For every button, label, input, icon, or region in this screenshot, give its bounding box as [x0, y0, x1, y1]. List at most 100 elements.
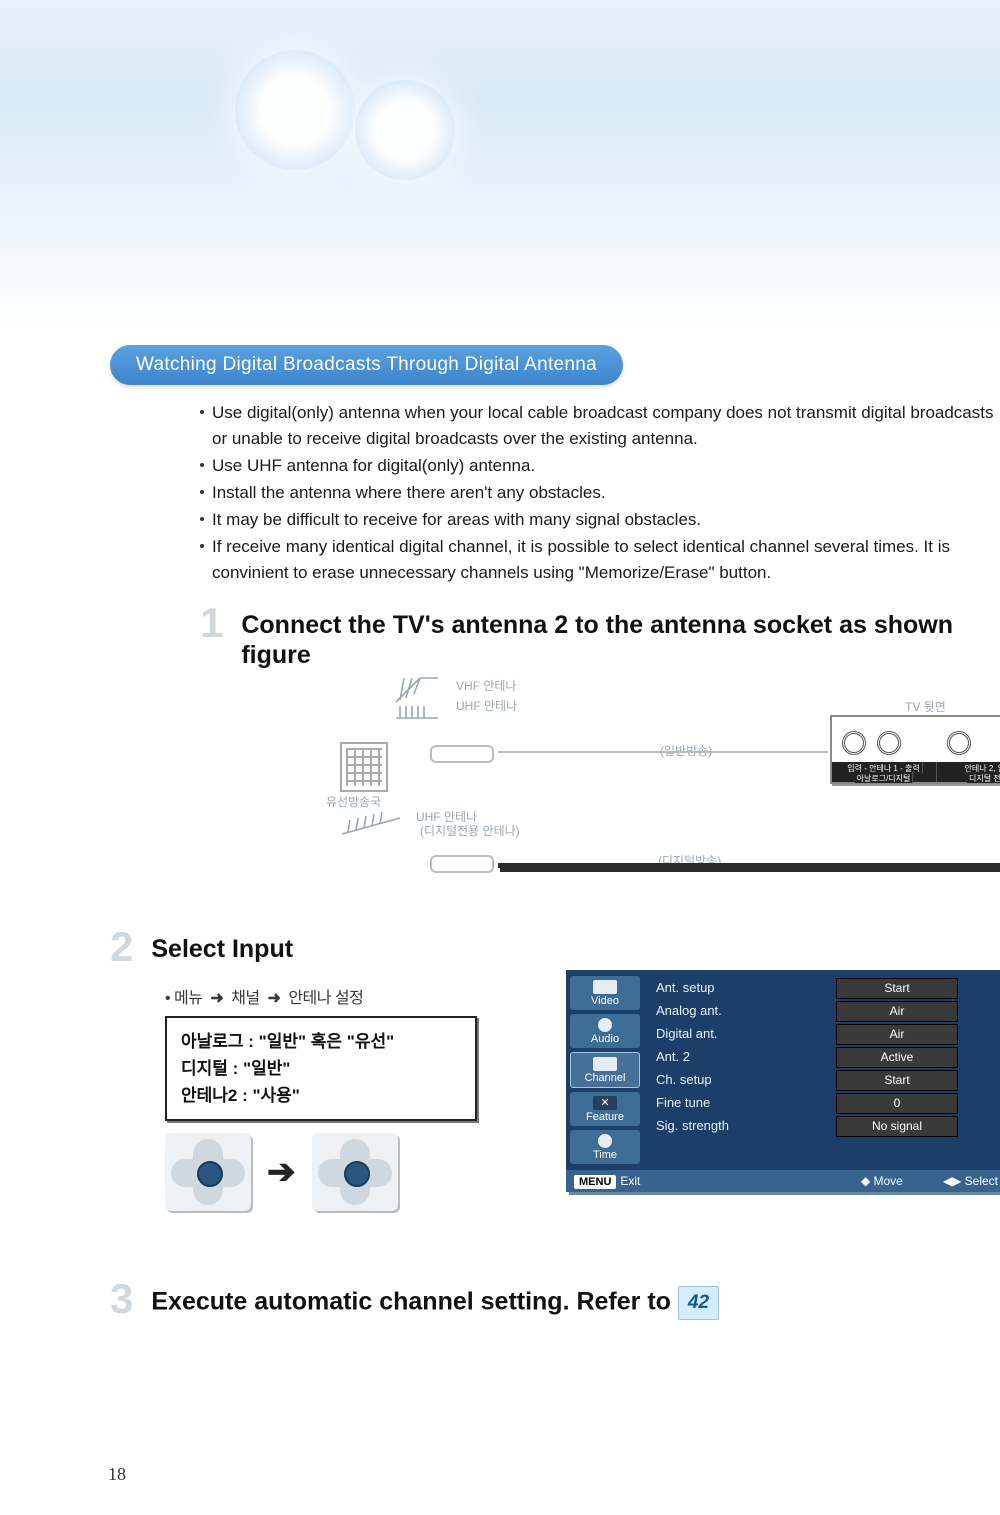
osd-row[interactable]: Fine tune0	[656, 1093, 998, 1116]
page-number: 18	[108, 1464, 126, 1485]
step-number: 1	[200, 604, 223, 670]
osd-tab-time[interactable]: Time	[570, 1130, 640, 1164]
section-title-pill: Watching Digital Broadcasts Through Digi…	[110, 345, 623, 385]
osd-sidebar: Video Audio Channel ✕Feature Time	[566, 970, 644, 1170]
antenna-icon	[394, 698, 440, 723]
connector-icon	[430, 745, 494, 763]
dandelion-graphic	[235, 50, 355, 170]
antenna-diagram: VHF 안테나 UHF 안테나 유선방송국 (일반방송) TV 뒷면 입력 - …	[320, 680, 1000, 885]
osd-label: Analog ant.	[656, 1001, 836, 1024]
label-vhf-antenna: VHF 안테나	[456, 677, 516, 694]
menu-button-icon: MENU	[574, 1175, 616, 1189]
step-title: Execute automatic channel setting. Refer…	[151, 1280, 719, 1320]
arrow-icon: ➜	[210, 990, 223, 1007]
osd-value: Active	[836, 1047, 958, 1068]
feature-icon: ✕	[593, 1096, 617, 1110]
thick-cable-bottom	[498, 863, 1000, 868]
list-item: Use UHF antenna for digital(only) antenn…	[200, 453, 1000, 479]
list-item: Use digital(only) antenna when your loca…	[200, 400, 1000, 452]
settings-line: 안테나2 : "사용"	[181, 1082, 461, 1109]
label-cable-station: 유선방송국	[326, 793, 381, 810]
port-icon	[842, 731, 866, 755]
osd-value: Start	[836, 978, 958, 999]
list-text: If receive many identical digital channe…	[212, 534, 1000, 586]
step-1: 1 Connect the TV's antenna 2 to the ante…	[200, 604, 1000, 670]
osd-tab-channel[interactable]: Channel	[570, 1052, 640, 1088]
osd-tab-feature[interactable]: ✕Feature	[570, 1092, 640, 1126]
osd-exit-hint: MENUExit	[574, 1174, 640, 1188]
osd-label: Digital ant.	[656, 1024, 836, 1047]
cable-line	[498, 751, 828, 753]
label-tv-back: TV 뒷면	[905, 698, 946, 715]
step-number: 2	[110, 928, 133, 966]
osd-label: Sig. strength	[656, 1116, 836, 1139]
osd-label: Ant. setup	[656, 978, 836, 1001]
antenna-icon	[340, 810, 400, 839]
connector-icon	[430, 855, 494, 873]
settings-line: 디지털 : "일반"	[181, 1055, 461, 1082]
osd-value: Air	[836, 1024, 958, 1045]
osd-label: Ch. setup	[656, 1070, 836, 1093]
step-number: 3	[110, 1280, 133, 1320]
bullet-icon	[200, 463, 204, 467]
hero-banner	[0, 0, 1000, 330]
step-title: Select Input	[151, 928, 293, 966]
bullet-list: Use digital(only) antenna when your loca…	[200, 400, 1000, 586]
list-item: If receive many identical digital channe…	[200, 534, 1000, 586]
osd-row[interactable]: Sig. strengthNo signal	[656, 1116, 998, 1139]
osd-row[interactable]: Ch. setupStart	[656, 1070, 998, 1093]
channel-icon	[593, 1057, 617, 1071]
step-title-text: Execute automatic channel setting. Refer…	[151, 1288, 671, 1316]
label-uhf-antenna: UHF 안테나	[456, 697, 517, 714]
osd-row[interactable]: Ant. 2Active	[656, 1047, 998, 1070]
osd-row[interactable]: Digital ant.Air	[656, 1024, 998, 1047]
settings-line: 아날로그 : "일반" 혹은 "유선"	[181, 1028, 461, 1055]
menu-path-token: • 메뉴	[165, 990, 203, 1007]
osd-list: Ant. setupStart Analog ant.Air Digital a…	[644, 970, 1000, 1170]
list-text: Use digital(only) antenna when your loca…	[212, 400, 1000, 452]
list-item: It may be difficult to receive for areas…	[200, 507, 1000, 533]
osd-footer: MENUExit ◆ Move ◀▶ Select	[566, 1170, 1000, 1192]
tv-osd-menu: Video Audio Channel ✕Feature Time Ant. s…	[566, 970, 1000, 1192]
page-ref-tag: 42	[678, 1286, 719, 1320]
bullet-icon	[200, 410, 204, 414]
osd-value: Air	[836, 1001, 958, 1022]
port-icon	[877, 731, 901, 755]
port-icon	[947, 731, 971, 755]
step-title: Connect the TV's antenna 2 to the antenn…	[241, 604, 1000, 670]
list-text: Install the antenna where there aren't a…	[212, 480, 606, 506]
arrow-icon: ➜	[268, 990, 281, 1007]
osd-tab-audio[interactable]: Audio	[570, 1014, 640, 1048]
osd-select-hint: ◀▶ Select	[943, 1174, 998, 1188]
thick-cable	[500, 778, 1000, 872]
dpad-icon	[312, 1133, 398, 1211]
step-3: 3 Execute automatic channel setting. Ref…	[110, 1280, 990, 1320]
bullet-icon	[200, 544, 204, 548]
list-text: Use UHF antenna for digital(only) antenn…	[212, 453, 535, 479]
osd-tab-video[interactable]: Video	[570, 976, 640, 1010]
content-area: Use digital(only) antenna when your loca…	[200, 400, 1000, 885]
bullet-icon	[200, 490, 204, 494]
audio-icon	[598, 1018, 612, 1032]
big-arrow-icon: ➔	[267, 1152, 296, 1192]
settings-text-box: 아날로그 : "일반" 혹은 "유선" 디지털 : "일반" 안테나2 : "사…	[165, 1016, 477, 1121]
osd-row[interactable]: Ant. setupStart	[656, 978, 998, 1001]
osd-label: Fine tune	[656, 1093, 836, 1116]
osd-value: Start	[836, 1070, 958, 1091]
osd-row[interactable]: Analog ant.Air	[656, 1001, 998, 1024]
list-text: It may be difficult to receive for areas…	[212, 507, 701, 533]
list-item: Install the antenna where there aren't a…	[200, 480, 1000, 506]
menu-path-token: 채널	[231, 990, 259, 1007]
building-icon	[340, 742, 388, 792]
osd-label: Ant. 2	[656, 1047, 836, 1070]
osd-move-hint: ◆ Move	[861, 1174, 903, 1188]
bullet-icon	[200, 517, 204, 521]
osd-value: No signal	[836, 1116, 958, 1137]
menu-path-token: 안테나 설정	[288, 990, 363, 1007]
osd-value: 0	[836, 1093, 958, 1114]
video-icon	[593, 980, 617, 994]
dandelion-graphic	[355, 80, 455, 180]
dpad-icon	[165, 1133, 251, 1211]
tv-back-panel: 입력 - 안테나 1 - 출력아날로그/디지털 안테나 2, 입력디지털 전용	[830, 715, 1000, 784]
time-icon	[598, 1134, 612, 1148]
